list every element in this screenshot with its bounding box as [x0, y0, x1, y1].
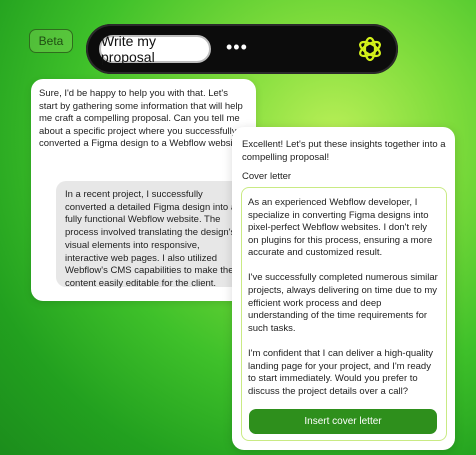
prompt-toolbar: Write my proposal ••• — [86, 24, 398, 74]
insert-cover-letter-button[interactable]: Insert cover letter — [249, 409, 437, 434]
cover-letter-box: As an experienced Webflow developer, I s… — [241, 187, 447, 441]
cover-letter-label: Cover letter — [242, 171, 292, 182]
cover-letter-paragraph: As an experienced Webflow developer, I s… — [248, 197, 433, 259]
assistant-intro: Excellent! Let's put these insights toge… — [242, 139, 446, 163]
cover-letter-paragraph: I've successfully completed numerous sim… — [248, 272, 438, 334]
proposal-card: Excellent! Let's put these insights toge… — [232, 127, 455, 450]
ai-logo-icon[interactable] — [356, 35, 384, 63]
beta-badge: Beta — [29, 29, 73, 53]
assistant-message: Sure, I'd be happy to help you with that… — [39, 88, 246, 149]
more-options-icon[interactable]: ••• — [226, 37, 248, 58]
cover-letter-paragraph: I'm confident that I can deliver a high-… — [248, 347, 434, 397]
cover-letter-text: As an experienced Webflow developer, I s… — [248, 197, 438, 411]
user-message-bubble: In a recent project, I successfully conv… — [56, 181, 249, 289]
prompt-chip[interactable]: Write my proposal — [99, 33, 211, 65]
chat-card: Sure, I'd be happy to help you with that… — [31, 79, 256, 301]
